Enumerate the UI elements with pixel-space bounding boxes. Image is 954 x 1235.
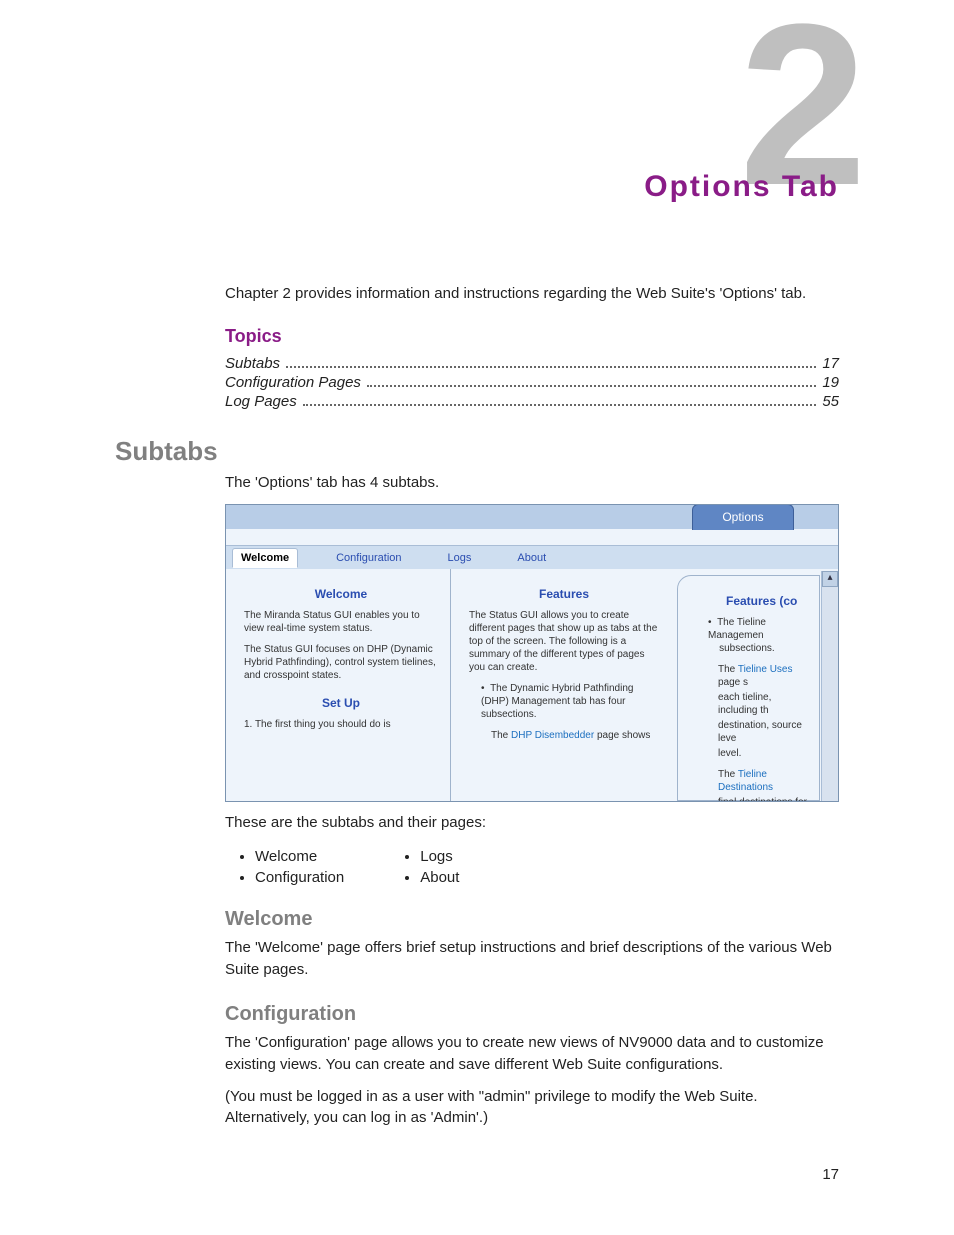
col1-p3: 1. The first thing you should do is [244, 718, 438, 731]
shot-col3: Features (co • The Tieline Managemen sub… [677, 575, 820, 801]
toc-label[interactable]: Configuration Pages [225, 374, 361, 391]
col2-bullet1: • The Dynamic Hybrid Pathfinding (DHP) M… [481, 682, 659, 721]
tabstrip: Welcome Configuration Logs About [226, 545, 838, 571]
welcome-heading: Welcome [225, 908, 839, 931]
configuration-heading: Configuration [225, 1003, 839, 1026]
bullets-col2: Logs About [404, 844, 459, 890]
subtabs-intro: The 'Options' tab has 4 subtabs. [225, 472, 839, 494]
chapter-intro: Chapter 2 provides information and instr… [225, 283, 839, 304]
welcome-text: The 'Welcome' page offers brief setup in… [225, 937, 839, 981]
toc-dots [303, 404, 817, 406]
bullet-welcome: Welcome [255, 848, 344, 865]
col1-p2: The Status GUI focuses on DHP (Dynamic H… [244, 643, 438, 682]
shot-col1: Welcome The Miranda Status GUI enables y… [226, 569, 451, 801]
topics-heading: Topics [225, 326, 839, 347]
main-tab-options[interactable]: Options [692, 504, 794, 530]
bullet-configuration: Configuration [255, 869, 344, 886]
configuration-p1: The 'Configuration' page allows you to c… [225, 1032, 839, 1076]
col2-p1: The Status GUI allows you to create diff… [469, 609, 659, 674]
shot-col2: Features The Status GUI allows you to cr… [451, 569, 671, 801]
col3-p2: each tieline, including th [718, 691, 807, 717]
link-tieline-uses[interactable]: Tieline Uses [738, 664, 793, 675]
toc-page: 17 [822, 355, 839, 372]
screenshot: Options Welcome Configuration Logs About… [225, 504, 839, 802]
subtabs-block: The 'Options' tab has 4 subtabs. Options… [225, 472, 839, 890]
scroll-up-icon[interactable]: ▴ [822, 571, 838, 587]
col2-heading: Features [469, 587, 659, 601]
toc-page: 19 [822, 374, 839, 391]
col1-setup-heading: Set Up [244, 696, 438, 710]
chapter-graphic: 2 Options Tab [589, 30, 839, 230]
body: Chapter 2 provides information and instr… [225, 283, 839, 412]
col3-p5: The Tieline Destinations [718, 768, 807, 794]
page-number: 17 [822, 1166, 839, 1183]
toc-label[interactable]: Subtabs [225, 355, 280, 372]
configuration-p2: (You must be logged in as a user with "a… [225, 1086, 839, 1130]
subtabs-after: These are the subtabs and their pages: [225, 812, 839, 834]
link-dhp-disembedder[interactable]: DHP Disembedder [511, 730, 594, 741]
chapter-title: Options Tab [644, 170, 839, 204]
toc-page: 55 [822, 393, 839, 410]
col3-p3: destination, source leve [718, 719, 807, 745]
tab-logs[interactable]: Logs [440, 549, 480, 567]
toc-label[interactable]: Log Pages [225, 393, 297, 410]
tab-about[interactable]: About [509, 549, 554, 567]
welcome-block: Welcome The 'Welcome' page offers brief … [225, 908, 839, 991]
col3-heading: Features (co [726, 594, 807, 608]
tab-configuration[interactable]: Configuration [328, 549, 409, 567]
section-heading-subtabs: Subtabs [115, 436, 218, 467]
col1-heading: Welcome [244, 587, 438, 601]
toc-row: Log Pages 55 [225, 393, 839, 410]
col3-p1: The Tieline Uses page s [718, 663, 807, 689]
col3-p4: level. [718, 747, 807, 760]
col2-bullet2: The DHP Disembedder page shows [491, 729, 659, 742]
bullets-col1: Welcome Configuration [239, 844, 344, 890]
col3-p6: final destinations for eac [718, 796, 807, 802]
toc-dots [286, 366, 816, 368]
shot-content: Welcome The Miranda Status GUI enables y… [226, 569, 838, 801]
tab-welcome[interactable]: Welcome [232, 548, 298, 568]
bullet-about: About [420, 869, 459, 886]
col3-bullet1: • The Tieline Managemen subsections. [708, 616, 807, 655]
col1-p1: The Miranda Status GUI enables you to vi… [244, 609, 438, 635]
toc-row: Configuration Pages 19 [225, 374, 839, 391]
toc-dots [367, 385, 816, 387]
configuration-block: Configuration The 'Configuration' page a… [225, 1003, 839, 1139]
toc-row: Subtabs 17 [225, 355, 839, 372]
bullet-logs: Logs [420, 848, 459, 865]
scrollbar[interactable]: ▴ [821, 571, 838, 801]
subtabs-bullets: Welcome Configuration Logs About [239, 844, 839, 890]
page: 2 Options Tab Chapter 2 provides informa… [0, 0, 954, 1235]
